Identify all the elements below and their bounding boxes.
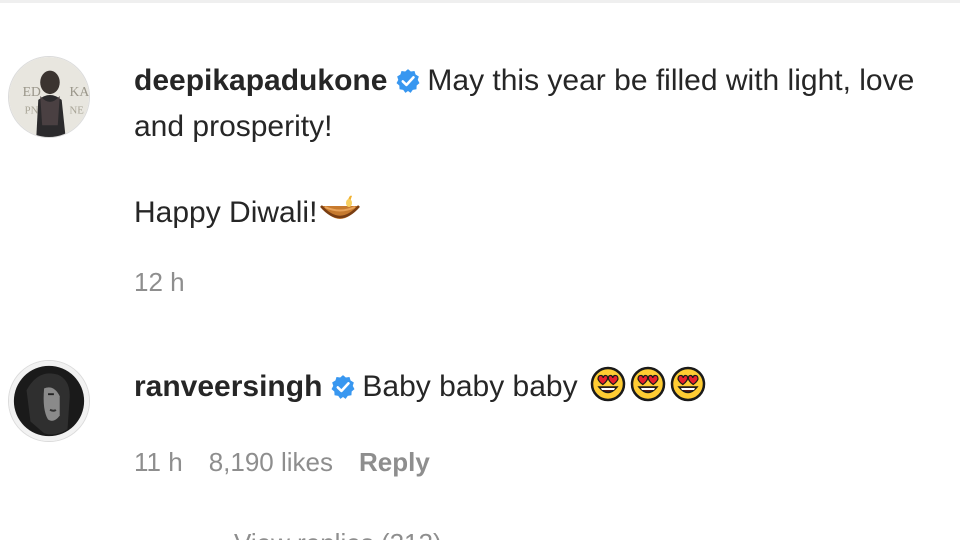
svg-text:PN: PN	[25, 105, 39, 117]
like-count[interactable]: 8,190 likes	[209, 447, 333, 477]
heart-eyes-emoji-icon	[590, 366, 626, 402]
reply-button[interactable]: Reply	[359, 447, 430, 477]
verified-badge-icon	[330, 374, 356, 400]
comment-username[interactable]: deepikapadukone	[134, 64, 387, 97]
view-replies-label: View replies (212)	[234, 528, 442, 540]
svg-text:NE: NE	[69, 105, 84, 117]
heart-eyes-emoji-icon	[630, 366, 666, 402]
svg-text:ED: ED	[23, 84, 41, 99]
diya-lamp-icon	[319, 192, 361, 228]
comment-username[interactable]: ranveersingh	[134, 370, 322, 403]
svg-text:KA: KA	[69, 84, 89, 99]
comment-text-continued: and prosperity!	[134, 110, 333, 143]
comment-text: May this year be filled with light, love	[427, 64, 915, 97]
avatar[interactable]: ED KA PN NE	[8, 56, 90, 138]
view-replies-button[interactable]: View replies (212)	[134, 528, 442, 540]
verified-badge-icon	[395, 68, 421, 94]
comment-timestamp: 12 h	[134, 267, 185, 297]
avatar[interactable]	[8, 360, 90, 442]
heart-eyes-emoji-icon	[670, 366, 706, 402]
comment-text-greeting: Happy Diwali!	[134, 196, 318, 229]
top-divider	[0, 0, 960, 3]
comment-timestamp: 11 h	[134, 447, 183, 477]
comment-text: Baby baby baby	[362, 370, 578, 403]
